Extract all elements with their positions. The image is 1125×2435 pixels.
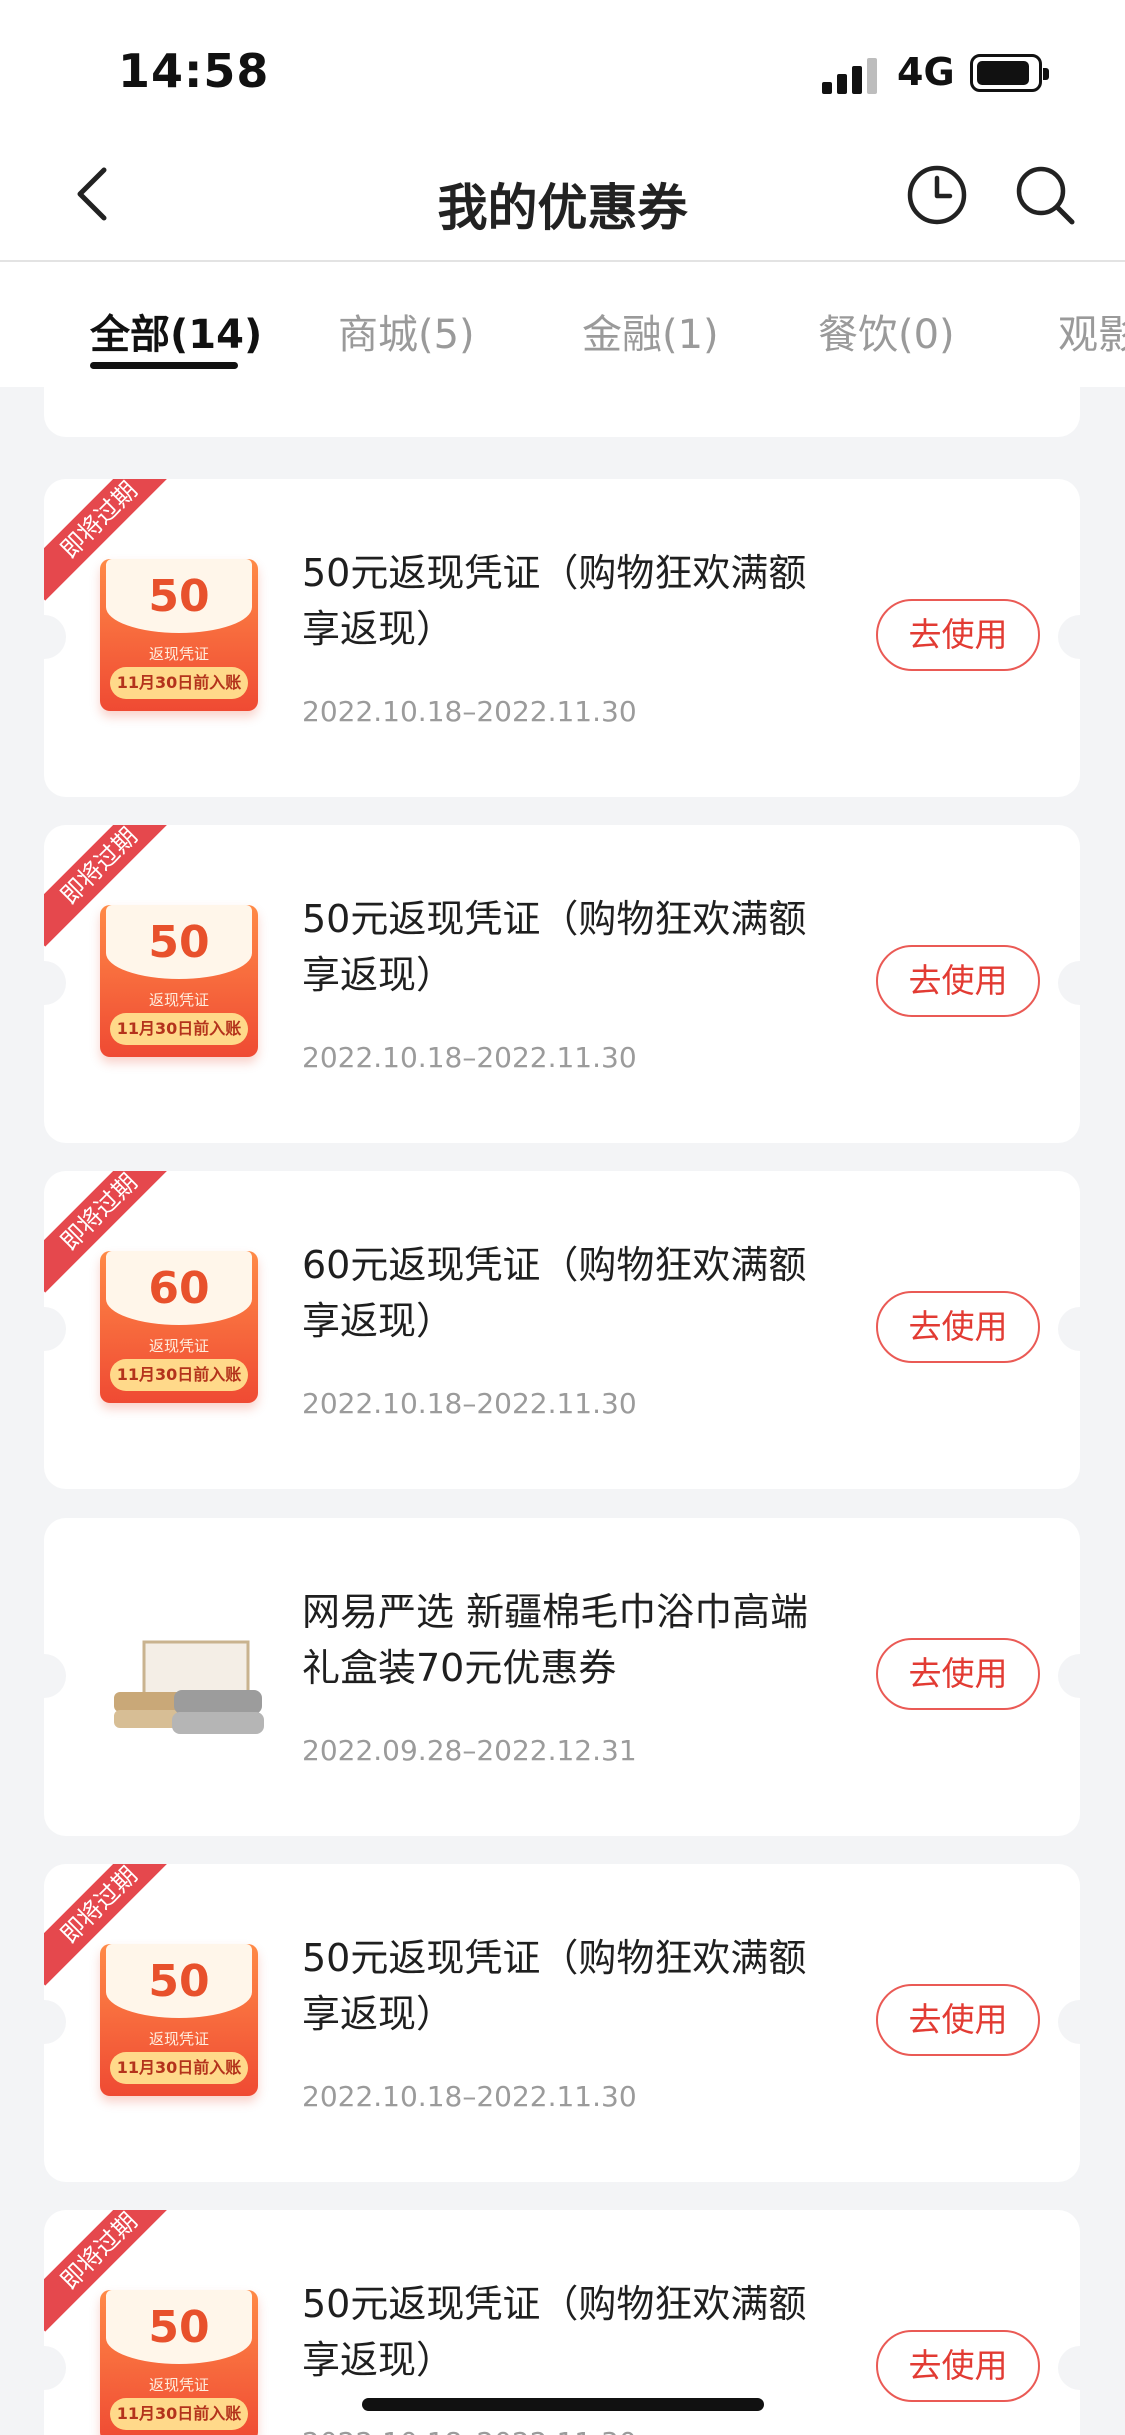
coupon-validity: 2022.10.18–2022.11.30 [302, 1387, 637, 1420]
cashback-envelope-icon: 50 返现凭证 11月30日前入账 [100, 905, 258, 1057]
coupon-title: 50元返现凭证（购物狂欢满额享返现） [302, 1936, 807, 2036]
coupon-amount: 50 [148, 917, 210, 968]
home-indicator[interactable] [362, 2398, 764, 2411]
tab-dining[interactable]: 餐饮(0) [818, 302, 955, 360]
coupon-amount: 50 [148, 571, 210, 622]
coupon-validity: 2022.10.18–2022.11.30 [302, 2080, 637, 2113]
nav-bar: 我的优惠券 [0, 140, 1125, 262]
coupon-card: 即将过期 50 返现凭证 11月30日前入账 50元返现凭证（购物狂欢满额享返现… [44, 825, 1080, 1143]
network-label: 4G [897, 50, 955, 94]
credit-date-pill: 11月30日前入账 [110, 667, 248, 699]
coupon-title: 60元返现凭证（购物狂欢满额享返现） [302, 1243, 807, 1343]
coupon-card: 即将过期 60 返现凭证 11月30日前入账 60元返现凭证（购物狂欢满额享返现… [44, 1171, 1080, 1489]
coupon-card: 即将过期 50 返现凭证 11月30日前入账 50元返现凭证（购物狂欢满额享返现… [44, 1864, 1080, 2182]
coupon-list[interactable]: 即将过期 50 返现凭证 11月30日前入账 50元返现凭证（购物狂欢满额享返现… [0, 387, 1125, 2435]
coupon-title: 50元返现凭证（购物狂欢满额享返现） [302, 897, 807, 997]
credit-date-pill: 11月30日前入账 [110, 2052, 248, 2084]
status-time: 14:58 [118, 44, 270, 98]
credit-date-pill: 11月30日前入账 [110, 2398, 248, 2430]
tab-mall[interactable]: 商城(5) [338, 302, 475, 360]
top-bar: 14:58 4G 我的优惠券 [0, 0, 1125, 262]
battery-icon [970, 54, 1049, 92]
voucher-label: 返现凭证 [148, 2376, 209, 2394]
coupon-card: 即将过期 50 返现凭证 11月30日前入账 50元返现凭证（购物狂欢满额享返现… [44, 479, 1080, 797]
coupon-card: 网易严选 新疆棉毛巾浴巾高端礼盒装70元优惠券 2022.09.28–2022.… [44, 1518, 1080, 1836]
credit-date-pill: 11月30日前入账 [110, 1013, 248, 1045]
tab-movie[interactable]: 观影 [1058, 302, 1125, 360]
coupon-validity: 2022.10.18–2022.11.30 [302, 2426, 637, 2435]
status-bar: 14:58 4G [0, 0, 1125, 140]
use-button[interactable]: 去使用 [876, 2330, 1040, 2402]
voucher-label: 返现凭证 [148, 645, 209, 663]
coupon-title: 50元返现凭证（购物狂欢满额享返现） [302, 551, 807, 651]
tab-finance[interactable]: 金融(1) [582, 302, 719, 360]
voucher-label: 返现凭证 [148, 991, 209, 1009]
cashback-envelope-icon: 50 返现凭证 11月30日前入账 [100, 1944, 258, 2096]
use-button[interactable]: 去使用 [876, 945, 1040, 1017]
use-button[interactable]: 去使用 [876, 1984, 1040, 2056]
coupon-card-partial [44, 387, 1080, 437]
cashback-envelope-icon: 60 返现凭证 11月30日前入账 [100, 1251, 258, 1403]
tab-all[interactable]: 全部(14) [90, 302, 262, 360]
use-button[interactable]: 去使用 [876, 1291, 1040, 1363]
voucher-label: 返现凭证 [148, 1337, 209, 1355]
use-button[interactable]: 去使用 [876, 599, 1040, 671]
history-clock-icon[interactable] [906, 164, 968, 226]
category-tabs: 全部(14) 商城(5) 金融(1) 餐饮(0) 观影 [0, 262, 1125, 387]
coupon-validity: 2022.09.28–2022.12.31 [302, 1734, 637, 1767]
coupon-validity: 2022.10.18–2022.11.30 [302, 1041, 637, 1074]
use-button[interactable]: 去使用 [876, 1638, 1040, 1710]
coupon-title: 网易严选 新疆棉毛巾浴巾高端礼盒装70元优惠券 [302, 1590, 809, 1690]
voucher-label: 返现凭证 [148, 2030, 209, 2048]
coupon-amount: 60 [148, 1263, 210, 1314]
search-icon[interactable] [1014, 164, 1076, 226]
signal-icon [822, 56, 878, 94]
coupon-title: 50元返现凭证（购物狂欢满额享返现） [302, 2282, 807, 2382]
active-tab-indicator [90, 362, 238, 369]
cashback-envelope-icon: 50 返现凭证 11月30日前入账 [100, 2290, 258, 2435]
coupon-validity: 2022.10.18–2022.11.30 [302, 695, 637, 728]
towel-gift-box-image [114, 1640, 264, 1734]
coupon-amount: 50 [148, 2302, 210, 2353]
cashback-envelope-icon: 50 返现凭证 11月30日前入账 [100, 559, 258, 711]
coupon-amount: 50 [148, 1956, 210, 2007]
credit-date-pill: 11月30日前入账 [110, 1359, 248, 1391]
